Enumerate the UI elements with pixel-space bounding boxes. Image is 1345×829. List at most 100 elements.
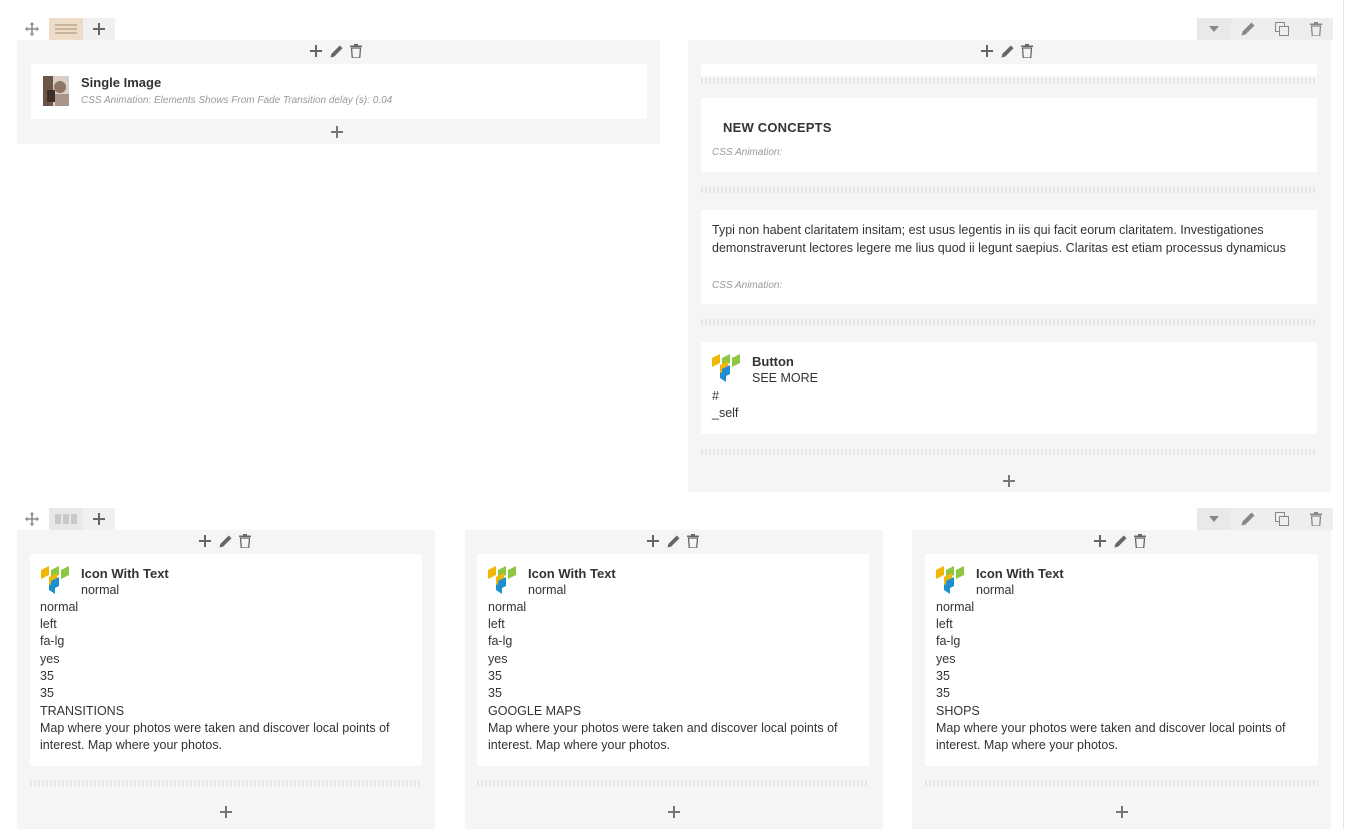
element-title: Icon With Text <box>81 566 169 581</box>
pencil-icon[interactable] <box>1231 18 1265 40</box>
element-title: Icon With Text <box>976 566 1064 581</box>
single-image-element[interactable]: Single Image CSS Animation: Elements Sho… <box>31 64 647 119</box>
plus-icon[interactable] <box>327 122 347 143</box>
row-1-right-controls <box>1197 18 1333 40</box>
pencil-icon[interactable] <box>1112 532 1128 550</box>
plus-icon[interactable] <box>197 532 213 550</box>
page-right-border <box>1343 0 1344 829</box>
element-line: 35 <box>40 686 54 700</box>
element-line: normal <box>81 583 120 597</box>
trash-icon[interactable] <box>348 42 364 60</box>
element-line: SHOPS <box>936 704 980 718</box>
plus-icon[interactable] <box>216 802 236 823</box>
separator <box>701 78 1317 84</box>
trash-icon[interactable] <box>1019 42 1035 60</box>
clone-icon[interactable] <box>1265 508 1299 530</box>
element-line: 35 <box>488 669 502 683</box>
element-line: normal <box>936 600 975 614</box>
chevron-down-icon[interactable] <box>1197 508 1231 530</box>
clone-icon[interactable] <box>1265 18 1299 40</box>
column-controls <box>1092 532 1148 550</box>
element-line: GOOGLE MAPS <box>488 704 582 718</box>
element-line: 35 <box>40 669 54 683</box>
row-2-right-controls <box>1197 508 1333 530</box>
column-2-2: Icon With Text normal normal left fa-lg … <box>465 530 883 829</box>
row-1-left-controls <box>21 18 115 40</box>
add-column-button[interactable] <box>83 18 115 40</box>
trash-icon[interactable] <box>1299 508 1333 530</box>
element-line: yes <box>40 652 60 666</box>
column-controls <box>979 42 1035 60</box>
icon-with-text-element[interactable]: Icon With Text normal normal left fa-lg … <box>30 554 422 766</box>
text-block-content: Typi non habent claritatem insitam; est … <box>712 223 1286 256</box>
text-block-element[interactable]: Typi non habent claritatem insitam; est … <box>701 210 1317 304</box>
trash-icon[interactable] <box>1132 532 1148 550</box>
separator <box>701 449 1317 455</box>
plus-icon[interactable] <box>1112 802 1132 823</box>
element-line: normal <box>40 600 79 614</box>
trash-icon[interactable] <box>1299 18 1333 40</box>
column-controls <box>308 42 364 60</box>
element-line: yes <box>488 652 508 666</box>
plus-icon[interactable] <box>308 42 324 60</box>
button-label: SEE MORE <box>752 371 818 385</box>
plus-icon[interactable] <box>664 802 684 823</box>
element-title: Button <box>752 354 794 369</box>
layout-icon[interactable] <box>49 508 83 530</box>
add-column-button[interactable] <box>83 508 115 530</box>
element-title: Single Image <box>81 75 162 90</box>
element-line: 35 <box>936 686 950 700</box>
element-description: Map where your photos were taken and dis… <box>936 721 1286 753</box>
element-line: fa-lg <box>936 634 961 648</box>
separator <box>925 780 1318 786</box>
move-icon[interactable] <box>21 508 43 530</box>
visual-composer-logo-icon <box>935 564 965 594</box>
trash-icon[interactable] <box>237 532 253 550</box>
element-description: Map where your photos were taken and dis… <box>488 721 838 753</box>
icon-with-text-element[interactable]: Icon With Text normal normal left fa-lg … <box>925 554 1318 766</box>
element-line: 35 <box>488 686 502 700</box>
visual-composer-logo-icon <box>487 564 517 594</box>
plus-icon[interactable] <box>999 471 1019 492</box>
move-icon[interactable] <box>21 18 43 40</box>
chevron-down-icon[interactable] <box>1197 18 1231 40</box>
icon-with-text-element[interactable]: Icon With Text normal normal left fa-lg … <box>477 554 869 766</box>
pencil-icon[interactable] <box>328 42 344 60</box>
plus-icon[interactable] <box>645 532 661 550</box>
element-description: Map where your photos were taken and dis… <box>40 721 390 753</box>
button-link: # <box>712 389 719 403</box>
pencil-icon[interactable] <box>665 532 681 550</box>
column-controls <box>197 532 253 550</box>
trash-icon[interactable] <box>685 532 701 550</box>
button-target: _self <box>712 406 739 420</box>
visual-composer-logo-icon <box>711 352 741 382</box>
element-line: normal <box>528 583 567 597</box>
layout-icon[interactable] <box>49 18 83 40</box>
plus-icon[interactable] <box>1092 532 1108 550</box>
element-meta: CSS Animation: Elements Shows From Fade … <box>81 95 393 106</box>
element-meta: CSS Animation: <box>712 280 783 291</box>
pencil-icon[interactable] <box>1231 508 1265 530</box>
element-line: left <box>488 617 505 631</box>
empty-element[interactable] <box>701 64 1317 76</box>
separator <box>477 780 869 786</box>
plus-icon[interactable] <box>979 42 995 60</box>
element-line: normal <box>976 583 1015 597</box>
separator <box>30 780 422 786</box>
separator <box>701 187 1317 193</box>
column-1-1: Single Image CSS Animation: Elements Sho… <box>17 40 660 144</box>
element-line: normal <box>488 600 527 614</box>
button-element[interactable]: Button SEE MORE # _self <box>701 342 1317 434</box>
separator <box>701 319 1317 325</box>
element-line: fa-lg <box>488 634 513 648</box>
pencil-icon[interactable] <box>999 42 1015 60</box>
column-2-3: Icon With Text normal normal left fa-lg … <box>912 530 1331 829</box>
heading-element[interactable]: NEW CONCEPTS CSS Animation: <box>701 98 1317 172</box>
element-line: TRANSITIONS <box>40 704 125 718</box>
element-line: fa-lg <box>40 634 65 648</box>
element-line: yes <box>936 652 956 666</box>
column-1-2: NEW CONCEPTS CSS Animation: Typi non hab… <box>688 40 1331 492</box>
row-2-left-controls <box>21 508 115 530</box>
element-line: left <box>936 617 953 631</box>
pencil-icon[interactable] <box>217 532 233 550</box>
